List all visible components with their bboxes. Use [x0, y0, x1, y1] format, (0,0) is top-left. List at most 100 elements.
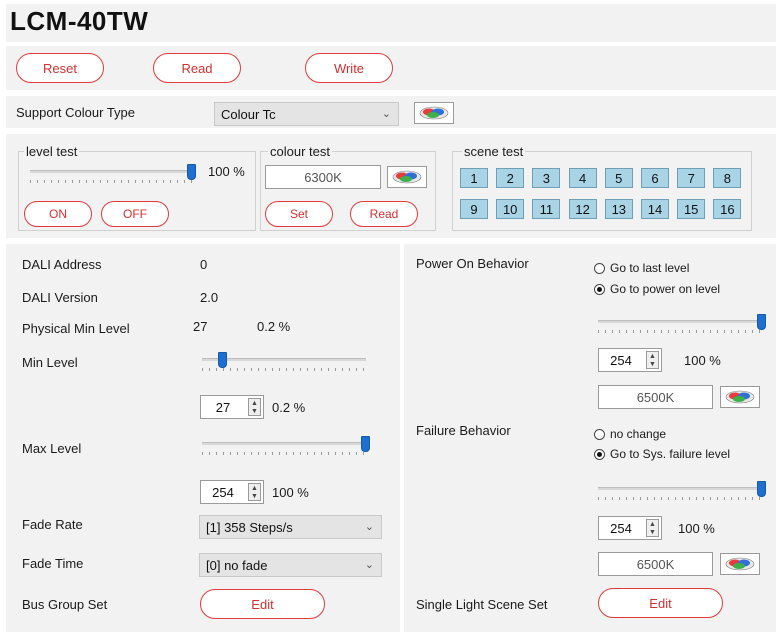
- stepper-arrows[interactable]: ▲ ▼: [646, 519, 659, 537]
- power-on-colour-picker-button[interactable]: [720, 386, 760, 408]
- scene-button-13[interactable]: 13: [604, 199, 633, 219]
- failure-option-no-change[interactable]: no change: [594, 427, 666, 441]
- failure-level-slider[interactable]: [598, 481, 766, 503]
- colour-test-title: colour test: [268, 144, 332, 159]
- power-on-option-power-on-level[interactable]: Go to power on level: [594, 282, 720, 296]
- power-on-colour-input[interactable]: 6500K: [598, 385, 713, 409]
- scene-button-9[interactable]: 9: [460, 199, 488, 219]
- support-colour-type-value: Colour Tc: [221, 106, 276, 122]
- slider-thumb[interactable]: [757, 314, 766, 330]
- slider-thumb[interactable]: [757, 481, 766, 497]
- chevron-down-icon: ⌄: [381, 108, 391, 120]
- support-colour-type-select[interactable]: Colour Tc ⌄: [214, 102, 399, 126]
- fade-time-label: Fade Time: [22, 556, 84, 571]
- scene-button-5[interactable]: 5: [604, 168, 633, 188]
- scene-set-edit-button[interactable]: Edit: [598, 588, 723, 618]
- failure-level-value: 254: [610, 520, 632, 536]
- scene-button-8[interactable]: 8: [713, 168, 742, 188]
- radio-indicator[interactable]: [594, 428, 605, 440]
- power-on-level-percent: 100 %: [684, 353, 721, 368]
- physical-min-level-percent: 0.2 %: [257, 319, 291, 334]
- dali-version-value: 2.0: [200, 290, 219, 305]
- stepper-arrows[interactable]: ▲ ▼: [646, 351, 659, 369]
- min-level-value: 27: [215, 399, 231, 415]
- level-test-slider[interactable]: [30, 164, 196, 186]
- level-test-percent: 100 %: [208, 164, 245, 179]
- scene-button-6[interactable]: 6: [641, 168, 669, 188]
- max-level-slider[interactable]: [202, 436, 370, 458]
- failure-behavior-label: Failure Behavior: [416, 423, 511, 438]
- physical-min-level-value: 27: [193, 319, 208, 334]
- colour-test-input[interactable]: 6300K: [265, 165, 381, 189]
- off-button[interactable]: OFF: [101, 201, 169, 227]
- slider-thumb[interactable]: [187, 164, 196, 180]
- scene-test-title: scene test: [462, 144, 526, 159]
- stepper-arrows[interactable]: ▲ ▼: [248, 483, 261, 501]
- app-title: LCM-40TW: [10, 6, 149, 36]
- read-button[interactable]: Read: [153, 53, 241, 83]
- max-level-label: Max Level: [22, 441, 82, 456]
- colour-test-picker-button[interactable]: [387, 166, 427, 188]
- scene-button-14[interactable]: 14: [641, 199, 669, 219]
- fade-rate-label: Fade Rate: [22, 517, 83, 532]
- chevron-down-icon: ⌄: [364, 521, 374, 533]
- min-level-percent: 0.2 %: [272, 400, 306, 415]
- failure-colour-input[interactable]: 6500K: [598, 552, 713, 576]
- colour-picker-button[interactable]: [414, 102, 454, 124]
- max-level-stepper[interactable]: 254 ▲ ▼: [200, 480, 264, 504]
- min-level-slider[interactable]: [202, 352, 366, 374]
- power-on-level-stepper[interactable]: 254 ▲ ▼: [598, 348, 662, 372]
- colour-wheel-icon: [392, 170, 422, 184]
- power-on-behavior-label: Power On Behavior: [416, 256, 529, 271]
- min-level-stepper[interactable]: 27 ▲ ▼: [200, 395, 264, 419]
- fade-time-select[interactable]: [0] no fade ⌄: [199, 553, 382, 577]
- slider-thumb[interactable]: [218, 352, 227, 368]
- colour-wheel-icon: [725, 390, 755, 404]
- single-light-scene-set-label: Single Light Scene Set: [416, 597, 548, 612]
- max-level-percent: 100 %: [272, 485, 309, 500]
- support-colour-type-label: Support Colour Type: [16, 105, 135, 120]
- scene-button-7[interactable]: 7: [677, 168, 706, 188]
- scene-button-12[interactable]: 12: [568, 199, 597, 219]
- scene-button-4[interactable]: 4: [568, 168, 597, 188]
- scene-button-3[interactable]: 3: [532, 168, 561, 188]
- dali-version-label: DALI Version: [22, 290, 98, 305]
- on-button[interactable]: ON: [24, 201, 92, 227]
- scene-button-2[interactable]: 2: [496, 168, 525, 188]
- level-test-title: level test: [24, 144, 80, 159]
- power-on-level-value: 254: [610, 352, 632, 368]
- scene-button-1[interactable]: 1: [460, 168, 488, 188]
- physical-min-level-label: Physical Min Level: [22, 321, 130, 336]
- colour-read-button[interactable]: Read: [350, 201, 418, 227]
- min-level-label: Min Level: [22, 355, 78, 370]
- fade-rate-value: [1] 358 Steps/s: [206, 519, 293, 535]
- fade-time-value: [0] no fade: [206, 557, 268, 573]
- power-on-level-slider[interactable]: [598, 314, 766, 336]
- reset-button[interactable]: Reset: [16, 53, 104, 83]
- power-on-option-last-level[interactable]: Go to last level: [594, 261, 689, 275]
- scene-button-16[interactable]: 16: [713, 199, 742, 219]
- max-level-value: 254: [212, 484, 234, 500]
- fade-rate-select[interactable]: [1] 358 Steps/s ⌄: [199, 515, 382, 539]
- failure-option-sys-failure-level[interactable]: Go to Sys. failure level: [594, 447, 730, 461]
- set-button[interactable]: Set: [265, 201, 333, 227]
- failure-level-percent: 100 %: [678, 521, 715, 536]
- radio-indicator[interactable]: [594, 262, 605, 274]
- radio-indicator[interactable]: [594, 448, 605, 460]
- write-button[interactable]: Write: [305, 53, 393, 83]
- dali-address-label: DALI Address: [22, 257, 102, 272]
- slider-thumb[interactable]: [361, 436, 370, 452]
- stepper-arrows[interactable]: ▲ ▼: [248, 398, 261, 416]
- scene-button-15[interactable]: 15: [677, 199, 706, 219]
- failure-level-stepper[interactable]: 254 ▲ ▼: [598, 516, 662, 540]
- colour-wheel-icon: [725, 557, 755, 571]
- bus-group-edit-button[interactable]: Edit: [200, 589, 325, 619]
- failure-colour-picker-button[interactable]: [720, 553, 760, 575]
- scene-button-11[interactable]: 11: [532, 199, 561, 219]
- scene-test-group: [452, 151, 752, 231]
- bus-group-set-label: Bus Group Set: [22, 597, 108, 612]
- radio-indicator[interactable]: [594, 283, 605, 295]
- scene-button-10[interactable]: 10: [496, 199, 525, 219]
- dali-address-value: 0: [200, 257, 208, 272]
- chevron-down-icon: ⌄: [364, 559, 374, 571]
